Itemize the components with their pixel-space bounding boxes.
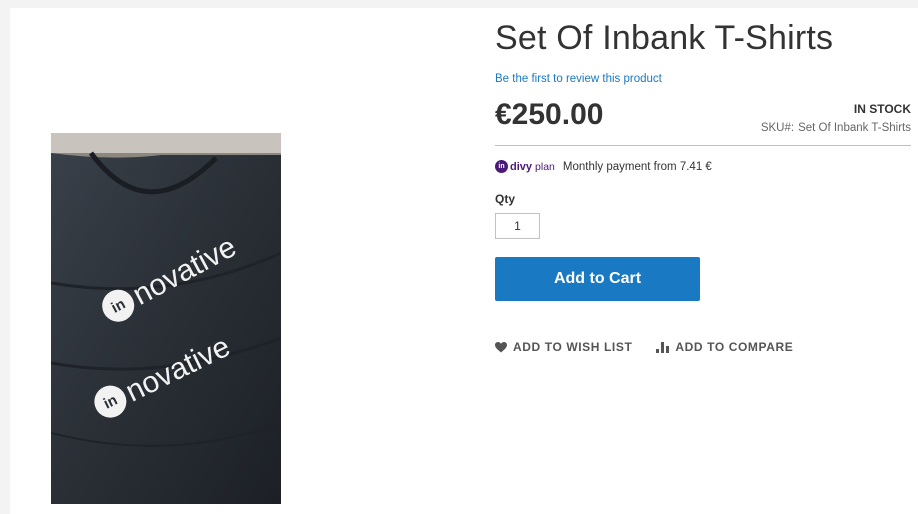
product-price: €250.00 [495, 98, 604, 131]
compare-bars-icon [656, 341, 670, 353]
add-to-cart-button[interactable]: Add to Cart [495, 257, 700, 301]
tshirt-photo: in novative in novative [51, 133, 281, 504]
page-edge [0, 0, 10, 514]
divy-circle: in [495, 160, 508, 173]
divy-logo-icon: in divy plan [495, 160, 555, 173]
wish-list-label: ADD TO WISH LIST [513, 340, 633, 354]
monthly-payment-text: Monthly payment from 7.41 € [562, 160, 712, 173]
divider [495, 145, 911, 146]
product-actions: ADD TO WISH LIST ADD TO COMPARE [495, 340, 793, 354]
top-strip [0, 0, 918, 8]
product-title: Set Of Inbank T-Shirts [495, 19, 834, 57]
financing-info: in divy plan Monthly payment from 7.41 € [495, 160, 712, 173]
qty-input[interactable] [495, 213, 540, 239]
review-link[interactable]: Be the first to review this product [495, 73, 662, 85]
sku: SKU#: Set Of Inbank T-Shirts [761, 122, 911, 134]
stock-status: IN STOCK [853, 102, 911, 116]
sku-label: SKU#: [760, 122, 795, 134]
divy-sub: plan [535, 160, 555, 173]
add-to-wish-list-link[interactable]: ADD TO WISH LIST [495, 340, 632, 354]
heart-icon [495, 341, 507, 353]
divy-word: divy [510, 160, 533, 173]
compare-label: ADD TO COMPARE [675, 340, 794, 354]
add-to-compare-link[interactable]: ADD TO COMPARE [656, 340, 793, 354]
sku-value: Set Of Inbank T-Shirts [798, 122, 911, 134]
product-image[interactable]: in novative in novative [51, 133, 281, 504]
qty-label: Qty [495, 192, 516, 206]
